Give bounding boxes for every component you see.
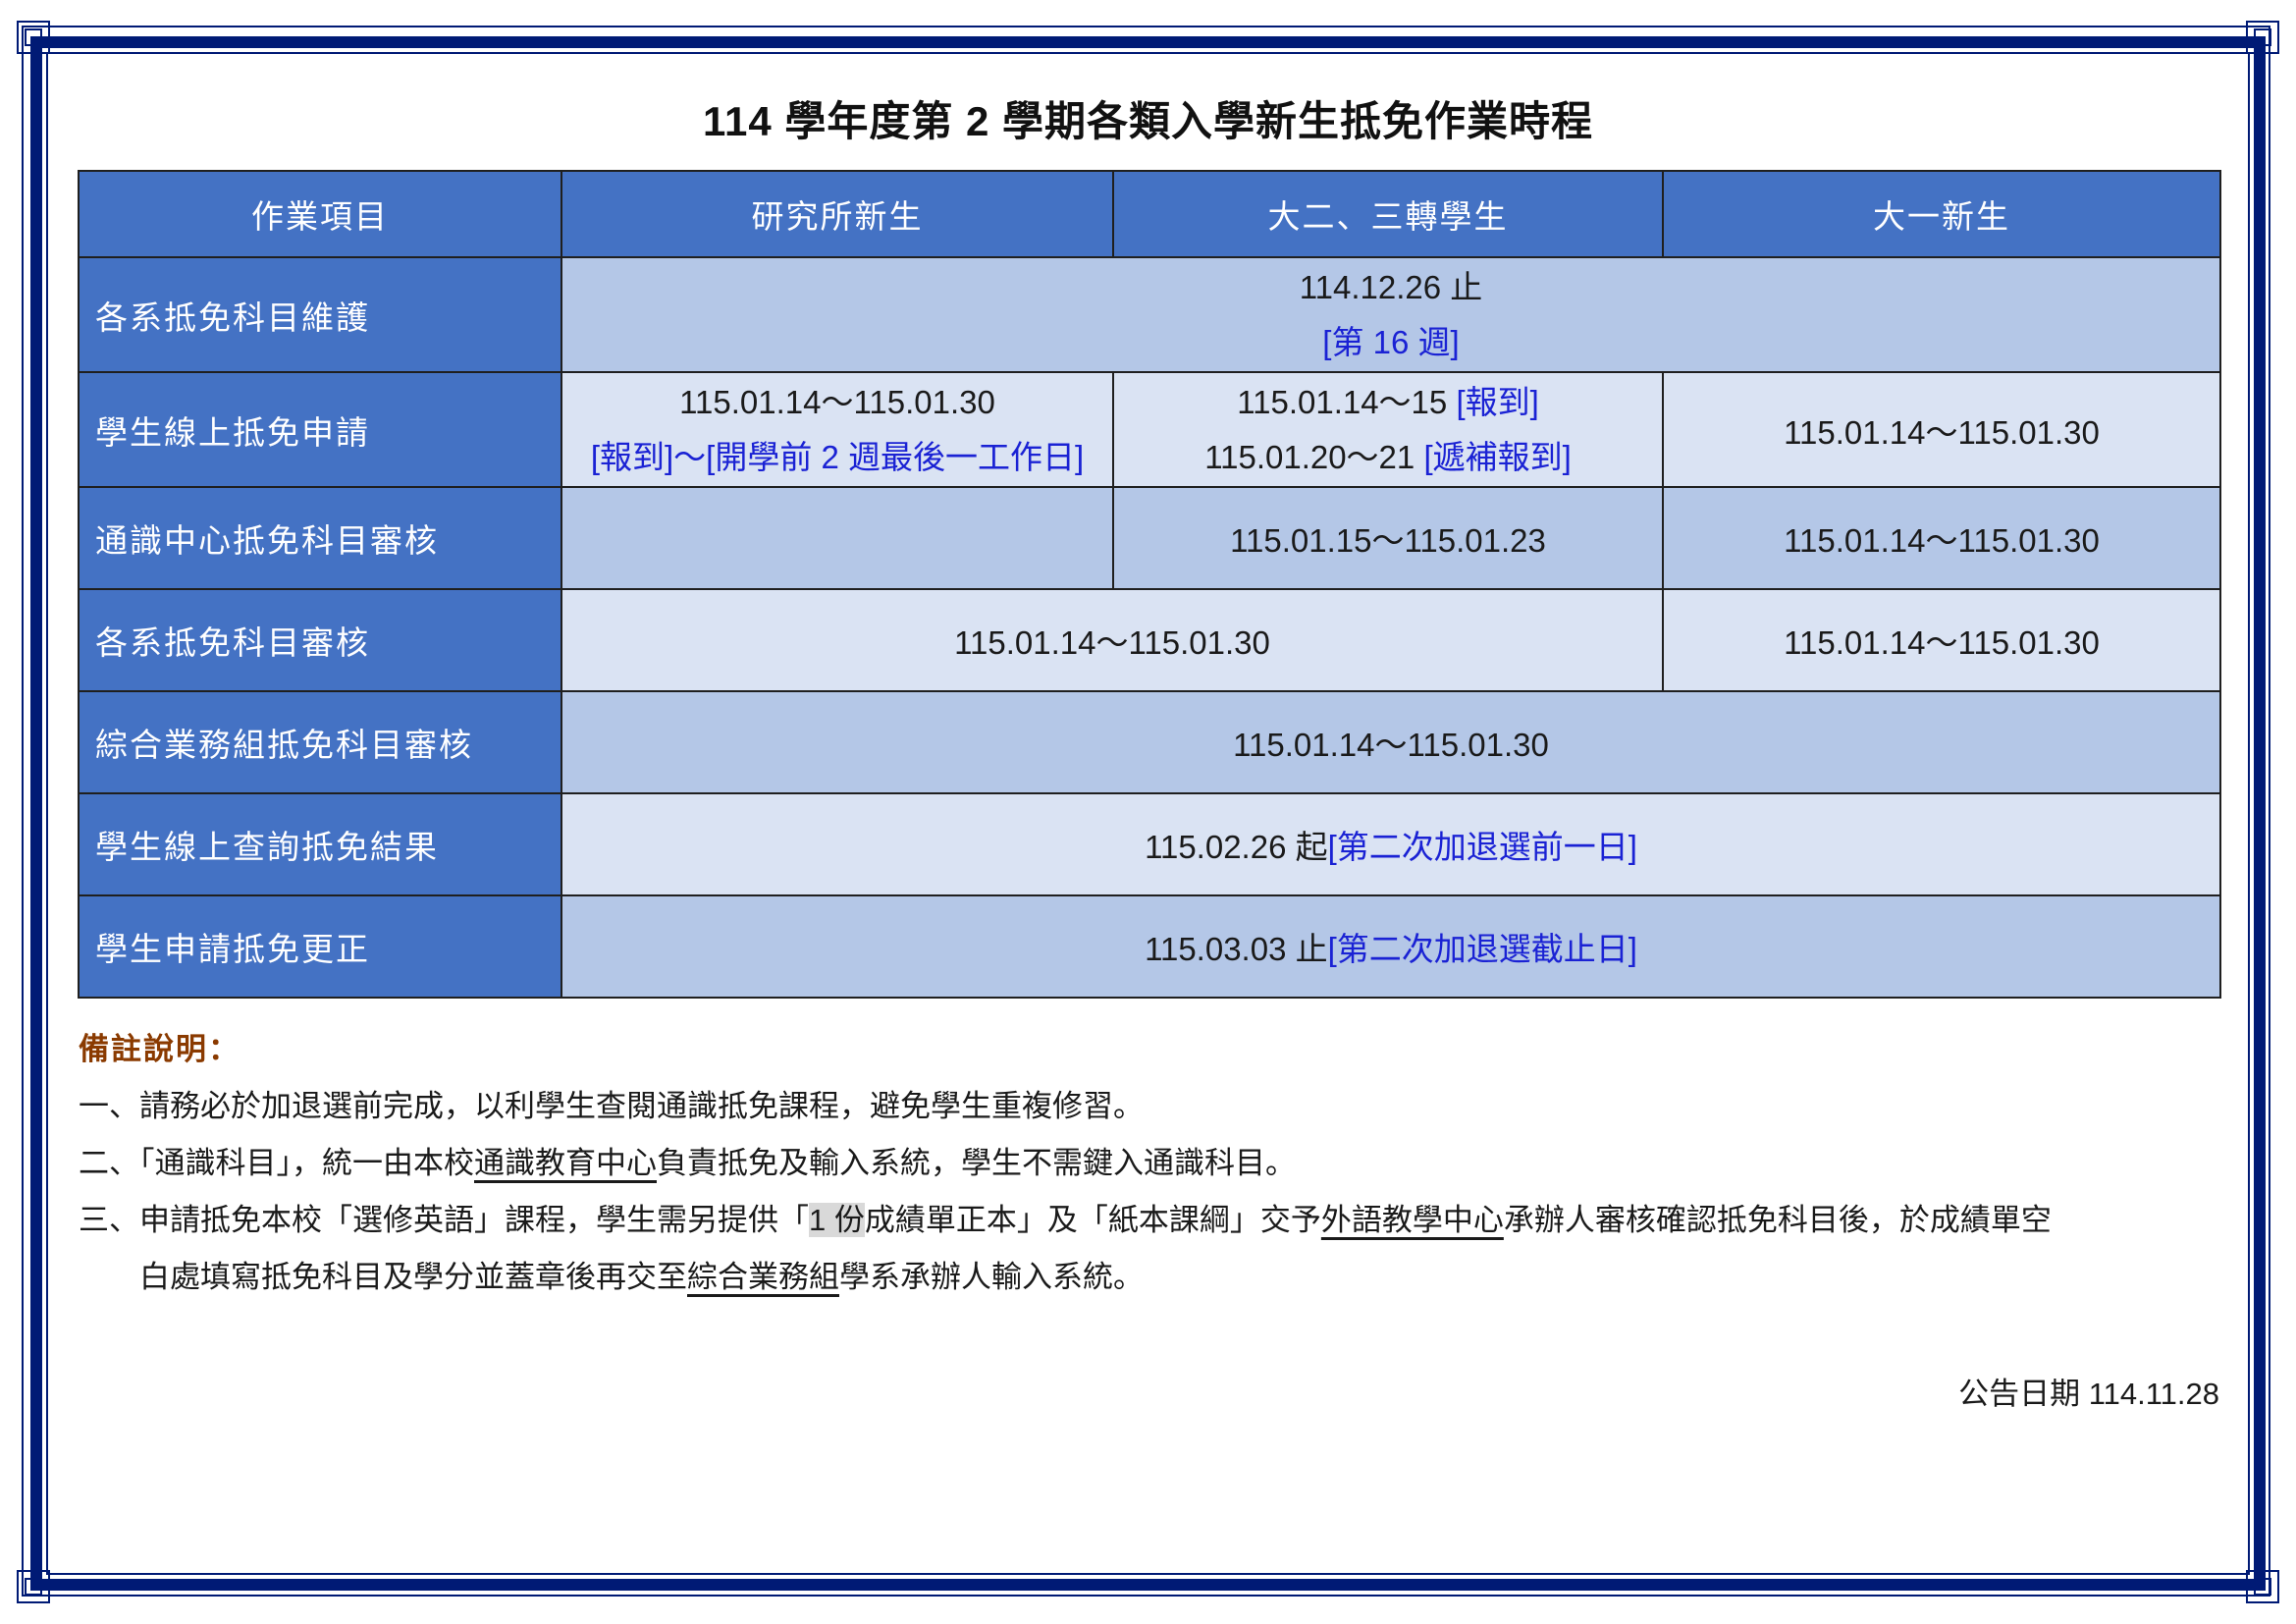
cell-note: [報到]	[1456, 383, 1539, 420]
corner-ornament-icon	[2243, 1567, 2282, 1606]
column-header: 研究所新生	[561, 170, 1114, 258]
announcement-date: 公告日期 114.11.28	[1958, 1377, 2219, 1411]
table-row: 綜合業務組抵免科目審核 115.01.14～115.01.30	[78, 690, 2221, 794]
cell-note: [第二次加退選截止日]	[1327, 931, 1637, 967]
note-highlight: 1 份	[809, 1203, 865, 1237]
table-row: 學生申請抵免更正 115.03.03 止[第二次加退選截止日]	[78, 894, 2221, 999]
schedule-table: 作業項目 研究所新生 大二、三轉學生 大一新生 各系抵免科目維護 114.12.…	[78, 170, 2221, 999]
note-underlined-unit: 外語教學中心	[1320, 1203, 1504, 1237]
notes-section: 備註說明： 一、請務必於加退選前完成，以利學生查閱通識抵免課程，避免學生重複修習…	[79, 1021, 2228, 1306]
table-cell: 115.02.26 起[第二次加退選前一日]	[561, 792, 2221, 896]
cell-date: 115.01.20～21	[1204, 438, 1424, 475]
cell-note: [第二次加退選前一日]	[1327, 829, 1637, 865]
column-header: 作業項目	[78, 170, 562, 258]
note-underlined-unit: 通識教育中心	[474, 1146, 657, 1180]
cell-date: 114.12.26 止	[1299, 268, 1483, 305]
table-cell: 115.01.14～115.01.30	[1662, 588, 2221, 692]
cell-date: 115.03.03 止	[1145, 931, 1328, 967]
table-cell: 115.01.14～115.01.30	[561, 690, 2221, 794]
page-title: 114 學年度第 2 學期各類入學新生抵免作業時程	[702, 98, 1594, 144]
cell-date: 115.01.14～115.01.30	[679, 383, 995, 420]
note-text: 成績單正本」及「紙本課綱」交予	[864, 1203, 1321, 1237]
note-text: 負責抵免及輸入系統，學生不需鍵入通識科目。	[657, 1146, 1296, 1180]
note-item: 三、申請抵免本校「選修英語」課程，學生需另提供「1 份成績單正本」及「紙本課綱」…	[79, 1192, 2228, 1249]
column-header: 大一新生	[1662, 170, 2221, 258]
note-item: 二、「通識科目」，統一由本校通識教育中心負責抵免及輸入系統，學生不需鍵入通識科目…	[79, 1135, 2228, 1192]
table-cell: 115.01.15～115.01.23	[1112, 486, 1664, 590]
note-text: 三、申請抵免本校「選修英語」課程，學生需另提供「	[79, 1203, 809, 1237]
table-cell: 115.01.14～15 [報到] 115.01.20～21 [遞補報到]	[1112, 371, 1664, 488]
corner-ornament-icon	[14, 18, 53, 57]
table-cell: 114.12.26 止 [第 16 週]	[561, 256, 2221, 373]
note-item: 一、請務必於加退選前完成，以利學生查閱通識抵免課程，避免學生重複修習。	[79, 1089, 1144, 1123]
table-cell: 115.01.14～115.01.30	[1662, 371, 2221, 488]
table-cell: 115.01.14～115.01.30	[561, 588, 1664, 692]
table-cell: 115.03.03 止[第二次加退選截止日]	[561, 894, 2221, 999]
table-row: 學生線上查詢抵免結果 115.02.26 起[第二次加退選前一日]	[78, 792, 2221, 896]
table-row: 學生線上抵免申請 115.01.14～115.01.30 [報到]～[開學前 2…	[78, 371, 2221, 488]
row-label: 學生申請抵免更正	[78, 894, 562, 999]
note-item-continuation: 白處填寫抵免科目及學分並蓋章後再交至綜合業務組學系承辦人輸入系統。	[79, 1249, 2228, 1306]
table-row: 通識中心抵免科目審核 115.01.15～115.01.23 115.01.14…	[78, 486, 2221, 590]
notes-heading: 備註說明：	[79, 1032, 240, 1066]
table-row: 各系抵免科目維護 114.12.26 止 [第 16 週]	[78, 256, 2221, 373]
column-header: 大二、三轉學生	[1112, 170, 1664, 258]
table-header-row: 作業項目 研究所新生 大二、三轉學生 大一新生	[78, 170, 2221, 258]
row-label: 學生線上抵免申請	[78, 371, 562, 488]
row-label: 綜合業務組抵免科目審核	[78, 690, 562, 794]
table-cell: 115.01.14～115.01.30 [報到]～[開學前 2 週最後一工作日]	[561, 371, 1114, 488]
corner-ornament-icon	[2243, 18, 2282, 57]
table-row: 各系抵免科目審核 115.01.14～115.01.30 115.01.14～1…	[78, 588, 2221, 692]
cell-note: [第 16 週]	[1322, 323, 1460, 360]
cell-note: [報到]～[開學前 2 週最後一工作日]	[590, 438, 1085, 475]
table-cell: 115.01.14～115.01.30	[1662, 486, 2221, 590]
note-text: 白處填寫抵免科目及學分並蓋章後再交至	[139, 1260, 687, 1294]
cell-date: 115.02.26 起	[1145, 829, 1328, 865]
row-label: 通識中心抵免科目審核	[78, 486, 562, 590]
cell-line: 115.01.14～15 [報到]	[1114, 375, 1662, 430]
row-label: 各系抵免科目審核	[78, 588, 562, 692]
row-label: 各系抵免科目維護	[78, 256, 562, 373]
note-text: 二、「通識科目」，統一由本校	[79, 1146, 474, 1180]
row-label: 學生線上查詢抵免結果	[78, 792, 562, 896]
note-text: 學系承辦人輸入系統。	[839, 1260, 1144, 1294]
note-text: 承辦人審核確認抵免科目後，於成績單空	[1503, 1203, 2052, 1237]
cell-line: 115.01.20～21 [遞補報到]	[1114, 430, 1662, 485]
cell-date: 115.01.14～15	[1237, 383, 1457, 420]
note-underlined-unit: 綜合業務組	[687, 1260, 839, 1294]
corner-ornament-icon	[14, 1567, 53, 1606]
cell-note: [遞補報到]	[1423, 438, 1572, 475]
table-cell	[561, 486, 1114, 590]
